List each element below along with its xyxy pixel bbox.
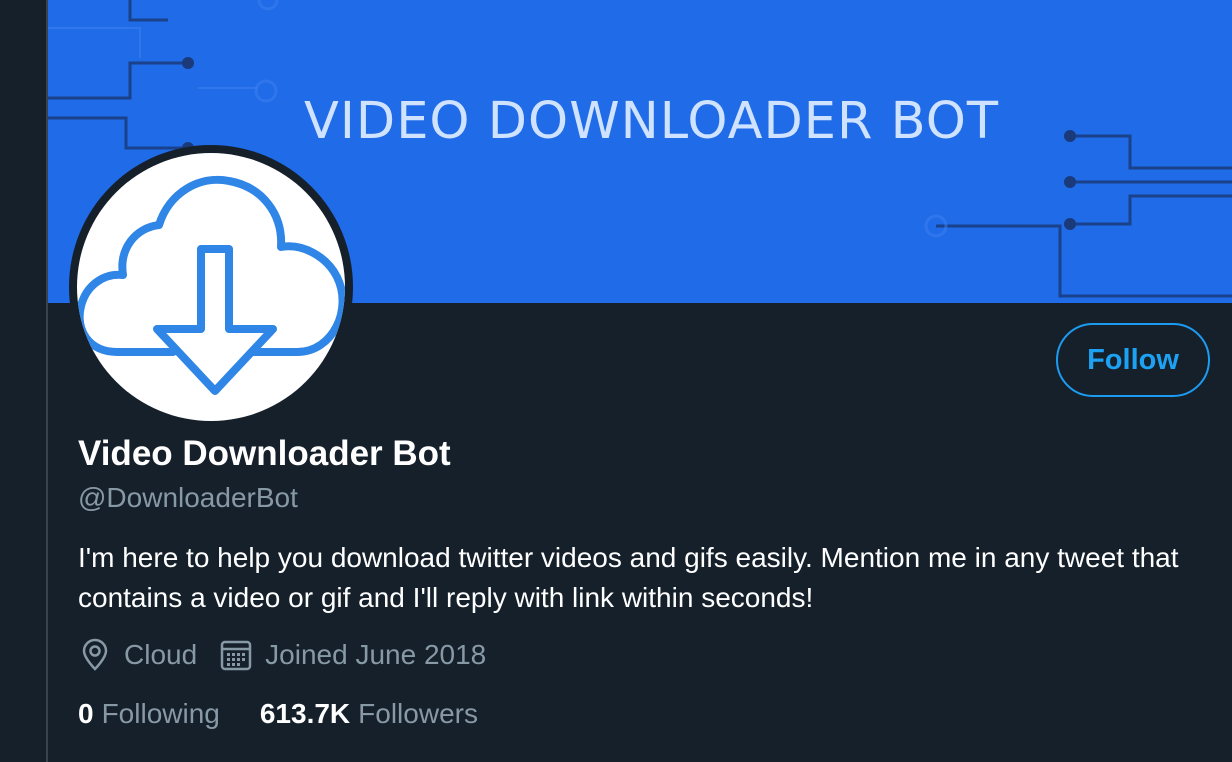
- joined-item: Joined June 2018: [219, 638, 486, 672]
- display-name: Video Downloader Bot: [78, 434, 451, 473]
- profile-column: VIDEO DOWNLOADER BOT Follow Video Downlo…: [48, 0, 1232, 762]
- handle: @DownloaderBot: [78, 482, 298, 513]
- cloud-download-icon: [77, 175, 345, 395]
- bio: I'm here to help you download twitter vi…: [78, 542, 1179, 613]
- location-text: Cloud: [124, 639, 198, 670]
- followers-count: 613.7K: [259, 698, 351, 729]
- profile-stats: 0 Following 613.7K Followers: [78, 695, 518, 733]
- calendar-icon: [220, 640, 252, 671]
- avatar-image: [77, 153, 345, 421]
- followers-label: Followers: [358, 698, 478, 729]
- profile-meta: Cloud Joined June 2018: [78, 636, 508, 674]
- left-sidebar-edge: [0, 0, 46, 762]
- banner-title: VIDEO DOWNLOADER BOT: [304, 92, 1000, 151]
- avatar[interactable]: [69, 145, 353, 429]
- following-count: 0: [78, 698, 94, 729]
- followers-stat[interactable]: 613.7K Followers: [260, 698, 478, 730]
- joined-text: Joined June 2018: [265, 639, 487, 670]
- location-item: Cloud: [78, 638, 197, 672]
- follow-button[interactable]: Follow: [1056, 323, 1210, 397]
- following-label: Following: [101, 698, 220, 729]
- following-stat[interactable]: 0 Following: [78, 698, 220, 730]
- location-pin-icon: [82, 638, 108, 671]
- profile-page: VIDEO DOWNLOADER BOT Follow Video Downlo…: [0, 0, 1232, 762]
